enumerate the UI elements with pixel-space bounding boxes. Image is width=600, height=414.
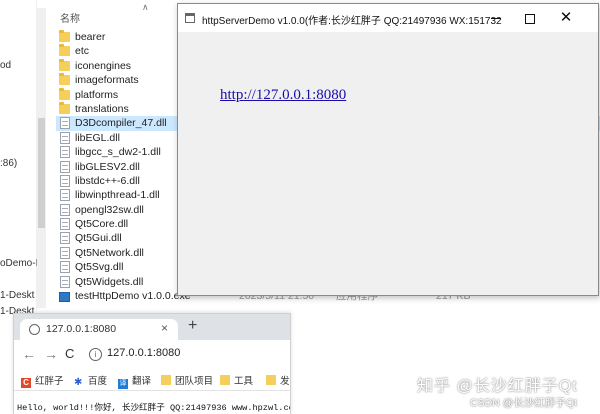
translate-icon: 译 <box>118 379 128 389</box>
close-button[interactable]: ✕ <box>550 4 582 32</box>
file-name: translations <box>75 102 129 115</box>
file-name: libstdc++-6.dll <box>75 174 140 187</box>
http-server-demo-window: httpServerDemo v1.0.0(作者:长沙红胖子 QQ:214979… <box>177 3 599 296</box>
bookmark-folder[interactable]: 团队项目 <box>161 373 213 387</box>
server-url-link[interactable]: http://127.0.0.1:8080 <box>220 87 346 104</box>
globe-icon <box>29 324 40 335</box>
scrollbar-thumb[interactable] <box>38 118 45 228</box>
file-name: Qt5Gui.dll <box>75 232 122 245</box>
folder-icon <box>59 58 70 71</box>
reload-icon[interactable]: C <box>65 347 74 361</box>
navigation-pane[interactable]: od :86) oDemo-I 1-Deskt 1-Deskt <box>0 0 38 317</box>
csdn-icon: C <box>21 378 31 388</box>
minimize-button[interactable] <box>480 4 512 32</box>
column-header-name[interactable]: 名称 <box>60 10 80 25</box>
baidu-paw-icon: ✱ <box>74 377 83 388</box>
browser-window: 127.0.0.1:8080 × + ← → C i 127.0.0.1:808… <box>13 313 291 414</box>
folder-icon <box>59 30 70 42</box>
dll-file-icon <box>60 218 70 231</box>
file-name: etc <box>75 45 90 58</box>
nav-item[interactable]: :86) <box>0 158 17 169</box>
file-name: platforms <box>75 88 119 101</box>
dll-file-icon <box>60 117 70 130</box>
close-icon: ✕ <box>559 9 573 26</box>
file-name: bearer <box>75 31 106 43</box>
back-arrow-icon[interactable]: ← <box>22 347 36 361</box>
tab-title: 127.0.0.1:8080 <box>46 323 117 335</box>
file-name: Qt5Widgets.dll <box>75 275 144 288</box>
file-name: imageformats <box>75 74 139 87</box>
dll-file-icon <box>60 146 70 159</box>
dll-file-icon <box>60 160 70 173</box>
nav-item[interactable]: 1-Deskt <box>0 290 34 301</box>
sort-ascending-icon: ∧ <box>142 2 149 12</box>
folder-icon <box>59 101 70 114</box>
dll-file-icon <box>60 232 70 245</box>
nav-item[interactable]: oDemo-I <box>0 258 38 269</box>
file-name: Qt5Svg.dll <box>75 261 124 274</box>
exe-file-icon <box>59 292 70 303</box>
browser-tab[interactable]: 127.0.0.1:8080 × <box>20 319 178 340</box>
address-bar[interactable]: 127.0.0.1:8080 <box>107 347 180 359</box>
dll-file-icon <box>60 189 70 202</box>
folder-icon <box>59 87 70 100</box>
bookmarks-bar: C 红胖子 ✱ 百度 译翻译 团队项目 工具 发 <box>14 370 290 391</box>
page-body-text: Hello, world!!!你好, 长沙红胖子 QQ:21497936 www… <box>17 403 291 413</box>
dll-file-icon <box>60 131 70 144</box>
folder-icon <box>59 73 70 86</box>
nav-scrollbar[interactable] <box>37 8 46 308</box>
dll-file-icon <box>60 275 70 288</box>
dll-file-icon <box>60 203 70 216</box>
file-name: libGLESV2.dll <box>75 160 140 173</box>
bookmark-item[interactable]: C 红胖子 <box>21 373 64 388</box>
folder-icon <box>220 375 230 385</box>
folder-icon <box>161 375 171 385</box>
bookmark-label: 团队项目 <box>175 376 214 387</box>
file-name: libgcc_s_dw2-1.dll <box>75 146 161 159</box>
file-name: D3Dcompiler_47.dll <box>75 117 167 130</box>
dll-file-icon <box>60 246 70 259</box>
bookmark-label: 翻译 <box>132 376 152 387</box>
bookmark-folder[interactable]: 工具 <box>220 373 253 387</box>
csdn-watermark: CSDN @长沙红胖子Qt <box>470 397 577 409</box>
browser-toolbar: ← → C i 127.0.0.1:8080 <box>14 340 290 370</box>
nav-item[interactable]: od <box>0 60 11 71</box>
file-name: libEGL.dll <box>75 131 120 144</box>
bookmark-item[interactable]: 译翻译 <box>118 373 151 389</box>
tab-close-icon[interactable]: × <box>161 321 168 335</box>
zhihu-watermark: 知乎 @长沙红胖子Qt <box>417 378 578 395</box>
dll-file-icon <box>60 174 70 187</box>
bookmark-label: 红胖子 <box>35 376 64 387</box>
maximize-button[interactable] <box>514 4 546 32</box>
new-tab-button[interactable]: + <box>188 318 197 334</box>
file-name: libwinpthread-1.dll <box>75 189 160 202</box>
file-name: iconengines <box>75 59 132 72</box>
dll-file-icon <box>60 261 70 274</box>
bookmark-item[interactable]: ✱ 百度 <box>74 373 107 388</box>
bookmark-label: 发 <box>280 376 290 387</box>
folder-icon <box>266 375 276 385</box>
forward-arrow-icon[interactable]: → <box>44 347 58 361</box>
window-title: httpServerDemo v1.0.0(作者:长沙红胖子 QQ:214979… <box>202 16 502 27</box>
file-name: opengl32sw.dll <box>75 203 144 216</box>
file-name: testHttpDemo v1.0.0.exe <box>75 290 191 303</box>
maximize-icon <box>525 13 535 24</box>
window-titlebar[interactable]: httpServerDemo v1.0.0(作者:长沙红胖子 QQ:214979… <box>178 4 598 32</box>
app-window-icon <box>185 13 195 23</box>
site-info-icon[interactable]: i <box>89 348 102 361</box>
minimize-icon <box>491 18 501 20</box>
bookmark-label: 百度 <box>88 376 108 387</box>
folder-icon <box>59 44 70 57</box>
file-name: Qt5Core.dll <box>75 218 129 231</box>
file-name: Qt5Network.dll <box>75 246 144 259</box>
bookmark-label: 工具 <box>234 376 254 387</box>
tab-strip: 127.0.0.1:8080 × + <box>14 314 290 340</box>
bookmark-folder[interactable]: 发 <box>266 373 290 387</box>
